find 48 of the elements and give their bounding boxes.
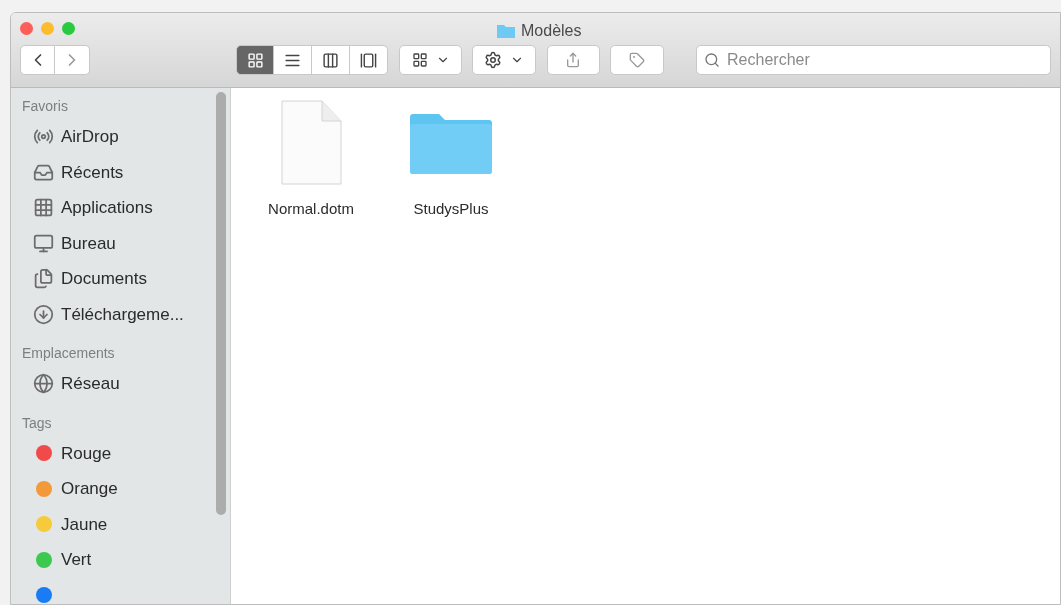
search-icon — [704, 52, 721, 68]
sidebar-item[interactable]: Réseau — [22, 366, 230, 402]
applications-icon — [33, 197, 54, 219]
sidebar-item[interactable]: AirDrop — [22, 119, 230, 155]
tag-icon — [628, 52, 645, 68]
grid-icon — [411, 52, 428, 68]
forward-button[interactable] — [55, 45, 90, 75]
sidebar-item[interactable]: Orange — [22, 471, 230, 507]
view-mode-button[interactable] — [312, 45, 350, 75]
monitor-icon — [33, 232, 54, 254]
group-button[interactable] — [399, 45, 463, 75]
sidebar-item[interactable]: Vert — [22, 542, 230, 578]
columns-view-icon — [322, 51, 339, 69]
sidebar-item[interactable]: Téléchargeme... — [22, 296, 230, 332]
sidebar-item[interactable]: Rouge — [22, 435, 230, 471]
sidebar-item[interactable]: Applications — [22, 190, 230, 226]
download-icon — [33, 303, 54, 325]
file-name: StudysPlus — [413, 199, 489, 219]
file-name: Normal.dotm — [268, 199, 354, 219]
sidebar-section-title: Emplacements — [22, 344, 116, 362]
share-button[interactable] — [546, 45, 600, 75]
globe-icon — [33, 373, 54, 395]
folder-icon — [496, 23, 516, 39]
document-icon — [279, 99, 343, 187]
window-title: Modèles — [521, 21, 582, 41]
sidebar-item[interactable]: Jaune — [22, 506, 230, 542]
documents-icon — [33, 268, 54, 290]
icons-view-icon — [246, 51, 264, 69]
action-button[interactable] — [472, 45, 536, 75]
sidebar-section-title: Favoris — [22, 97, 69, 115]
file-item[interactable]: StudysPlus — [399, 98, 503, 221]
scrollbar-thumb[interactable] — [216, 92, 226, 515]
sidebar-section-title: Tags — [22, 413, 53, 432]
settings-icon — [484, 51, 503, 69]
view-mode-button[interactable] — [274, 45, 312, 75]
tag-button[interactable] — [609, 45, 665, 75]
sidebar-item[interactable]: Bureau — [22, 225, 230, 261]
file-item[interactable]: Normal.dotm — [259, 98, 363, 221]
view-mode-button[interactable] — [350, 45, 388, 75]
close-button[interactable] — [20, 21, 33, 35]
sidebar-item[interactable]: Documents — [22, 261, 230, 297]
share-icon — [565, 52, 582, 68]
back-button[interactable] — [20, 45, 55, 75]
zoom-button[interactable] — [62, 21, 75, 35]
search-field[interactable]: Rechercher — [696, 45, 1051, 75]
gallery-view-icon — [360, 51, 377, 69]
sidebar-item[interactable]: Récents — [22, 154, 230, 190]
view-mode-button[interactable] — [236, 45, 274, 75]
